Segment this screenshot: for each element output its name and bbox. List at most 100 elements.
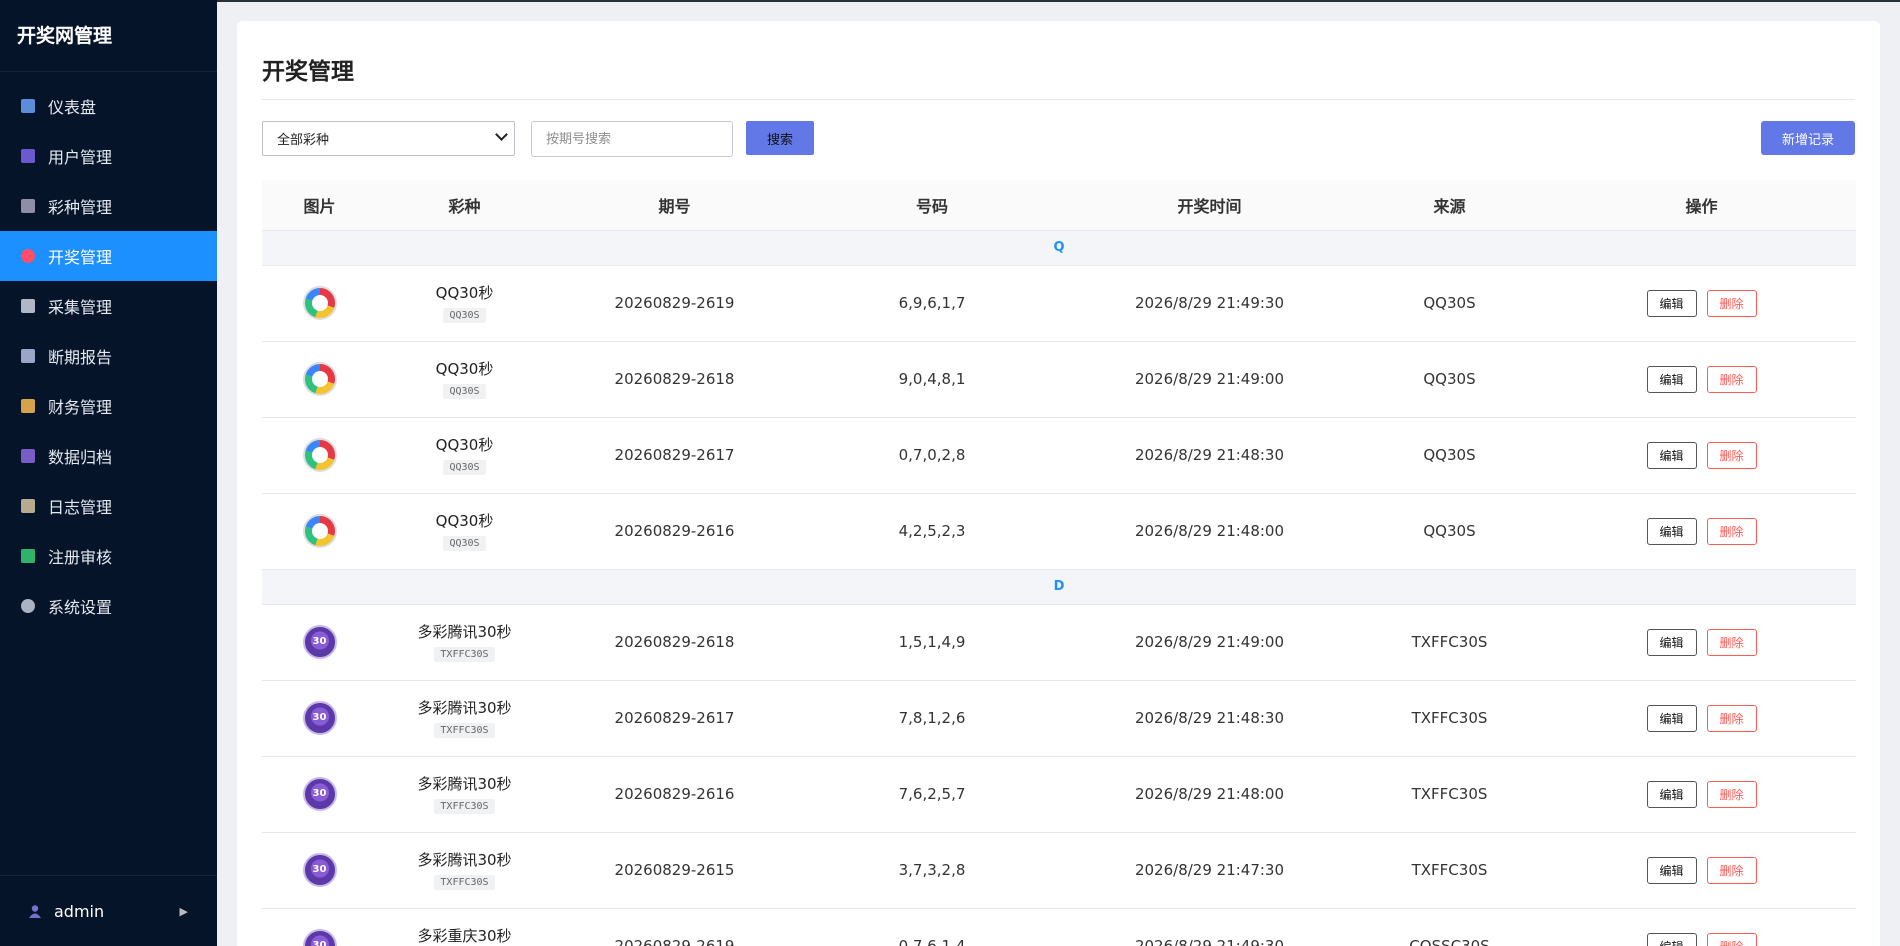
cell-period: 20260829-2619 bbox=[552, 908, 797, 946]
user-menu[interactable]: admin ▶ bbox=[0, 875, 217, 946]
lottery-code-badge: TXFFC30S bbox=[434, 799, 495, 814]
sidebar-item-0[interactable]: 仪表盘 bbox=[0, 81, 217, 131]
cell-period: 20260829-2617 bbox=[614, 446, 735, 464]
delete-button[interactable]: 删除 bbox=[1706, 628, 1757, 656]
table-row: 多彩腾讯30秒 TXFFC30S 20260829-2616 7,6,2,5,7 202… bbox=[262, 756, 1856, 832]
sidebar-item-7[interactable]: 数据归档 bbox=[0, 431, 217, 481]
edit-button[interactable]: 编辑 bbox=[1646, 628, 1697, 656]
cell-numbers: 1,5,1,4,9 bbox=[898, 633, 966, 651]
cell-lottery: 多彩腾讯30秒 TXFFC30S bbox=[377, 832, 552, 908]
main-panel: 开奖管理 全部彩种 搜索 新增记录 图片 彩种 期号 号码 开奖时间 来源 操作… bbox=[237, 21, 1880, 946]
cell-source: QQ30S bbox=[1423, 522, 1476, 540]
table-row: 多彩腾讯30秒 TXFFC30S 20260829-2617 7,8,1,2,6 202… bbox=[262, 680, 1856, 756]
lottery-code-badge: QQ30S bbox=[443, 536, 486, 551]
cell-actions: 编辑删除 bbox=[1547, 265, 1856, 341]
lottery-logo-icon bbox=[302, 777, 337, 811]
sidebar-item-1[interactable]: 用户管理 bbox=[0, 131, 217, 181]
cell-lottery: 多彩腾讯30秒 TXFFC30S bbox=[377, 680, 552, 756]
lottery-logo-icon bbox=[302, 362, 337, 396]
cell-source: TXFFC30S bbox=[1411, 861, 1488, 879]
edit-button[interactable]: 编辑 bbox=[1646, 517, 1697, 545]
cell-source: CQSSC30S bbox=[1352, 908, 1547, 946]
cell-draw-time: 2026/8/29 21:48:00 bbox=[1134, 785, 1285, 803]
cell-period: 20260829-2618 bbox=[614, 370, 735, 388]
cell-source: QQ30S bbox=[1423, 446, 1476, 464]
lottery-icon bbox=[20, 198, 36, 214]
cell-draw-time: 2026/8/29 21:49:30 bbox=[1067, 908, 1352, 946]
column-header-draw-time: 开奖时间 bbox=[1177, 196, 1242, 216]
group-letter: D bbox=[1053, 579, 1065, 594]
lottery-code-badge: QQ30S bbox=[443, 384, 486, 399]
period-search-input[interactable] bbox=[531, 121, 733, 157]
lottery-code-badge: QQ30S bbox=[443, 308, 486, 323]
chevron-down-icon bbox=[495, 128, 508, 141]
edit-button[interactable]: 编辑 bbox=[1646, 704, 1697, 732]
cell-actions: 编辑删除 bbox=[1547, 493, 1856, 569]
sidebar-item-6[interactable]: 财务管理 bbox=[0, 381, 217, 431]
column-header-actions: 操作 bbox=[1685, 196, 1718, 216]
check-icon bbox=[20, 548, 36, 564]
cell-lottery: 多彩腾讯30秒 TXFFC30S bbox=[377, 604, 552, 680]
edit-button[interactable]: 编辑 bbox=[1646, 441, 1697, 469]
cell-image bbox=[262, 832, 377, 908]
delete-button[interactable]: 删除 bbox=[1706, 932, 1757, 946]
sidebar-item-9[interactable]: 注册审核 bbox=[0, 531, 217, 581]
draw-results-table: 图片 彩种 期号 号码 开奖时间 来源 操作 Q QQ30秒 QQ30S 202608… bbox=[262, 180, 1856, 946]
table-header-row: 图片 彩种 期号 号码 开奖时间 来源 操作 bbox=[262, 180, 1856, 230]
cell-draw-time: 2026/8/29 21:48:30 bbox=[1134, 709, 1285, 727]
cell-numbers: 0,7,0,2,8 bbox=[898, 446, 966, 464]
delete-button[interactable]: 删除 bbox=[1706, 365, 1757, 393]
edit-button[interactable]: 编辑 bbox=[1646, 365, 1697, 393]
cell-numbers: 7,6,2,5,7 bbox=[898, 785, 966, 803]
edit-button[interactable]: 编辑 bbox=[1646, 856, 1697, 884]
cell-source: QQ30S bbox=[1423, 370, 1476, 388]
search-button[interactable]: 搜索 bbox=[746, 121, 814, 155]
lottery-name: QQ30秒 bbox=[435, 512, 494, 530]
delete-button[interactable]: 删除 bbox=[1706, 856, 1757, 884]
edit-button[interactable]: 编辑 bbox=[1646, 289, 1697, 317]
cell-period: 20260829-2616 bbox=[614, 785, 735, 803]
table-row: 多彩腾讯30秒 TXFFC30S 20260829-2618 1,5,1,4,9 202… bbox=[262, 604, 1856, 680]
target-icon bbox=[20, 248, 36, 264]
add-record-button[interactable]: 新增记录 bbox=[1761, 121, 1855, 155]
sidebar-item-label: 采集管理 bbox=[48, 298, 113, 317]
delete-button[interactable]: 删除 bbox=[1706, 704, 1757, 732]
edit-button[interactable]: 编辑 bbox=[1646, 780, 1697, 808]
sidebar-item-3[interactable]: 开奖管理 bbox=[0, 231, 217, 281]
cell-source: TXFFC30S bbox=[1411, 633, 1488, 651]
cell-numbers: 0,7,6,1,4 bbox=[797, 908, 1067, 946]
caret-right-icon: ▶ bbox=[179, 904, 188, 918]
sidebar-item-10[interactable]: 系统设置 bbox=[0, 581, 217, 631]
delete-button[interactable]: 删除 bbox=[1706, 517, 1757, 545]
cell-lottery: QQ30秒 QQ30S bbox=[377, 417, 552, 493]
cell-actions: 编辑删除 bbox=[1547, 341, 1856, 417]
sidebar-item-label: 财务管理 bbox=[48, 398, 113, 417]
cell-draw-time: 2026/8/29 21:49:00 bbox=[1134, 370, 1285, 388]
sidebar-item-label: 数据归档 bbox=[48, 448, 113, 467]
lottery-logo-icon bbox=[302, 286, 337, 320]
sidebar-item-8[interactable]: 日志管理 bbox=[0, 481, 217, 531]
lottery-name: 多彩重庆30秒 bbox=[417, 927, 512, 946]
row-actions: 编辑删除 bbox=[1547, 517, 1856, 545]
lottery-logo-icon bbox=[302, 929, 337, 946]
delete-button[interactable]: 删除 bbox=[1706, 289, 1757, 317]
edit-button[interactable]: 编辑 bbox=[1646, 932, 1697, 946]
delete-button[interactable]: 删除 bbox=[1706, 441, 1757, 469]
sidebar-item-5[interactable]: 断期报告 bbox=[0, 331, 217, 381]
cell-lottery: 多彩腾讯30秒 TXFFC30S bbox=[377, 756, 552, 832]
sidebar-item-4[interactable]: 采集管理 bbox=[0, 281, 217, 331]
cell-draw-time: 2026/8/29 21:47:30 bbox=[1134, 861, 1285, 879]
cell-actions: 编辑删除 bbox=[1547, 417, 1856, 493]
cell-lottery: 多彩重庆30秒CQSSC30S bbox=[377, 908, 552, 946]
lottery-type-select[interactable]: 全部彩种 bbox=[262, 121, 515, 156]
lottery-name: QQ30秒 bbox=[435, 284, 494, 302]
row-actions: 编辑删除 bbox=[1547, 856, 1856, 884]
delete-button[interactable]: 删除 bbox=[1706, 780, 1757, 808]
cell-lottery: QQ30秒 QQ30S bbox=[377, 341, 552, 417]
row-actions: 编辑删除 bbox=[1547, 704, 1856, 732]
user-name: admin bbox=[54, 901, 105, 921]
cell-draw-time: 2026/8/29 21:48:30 bbox=[1134, 446, 1285, 464]
group-letter: Q bbox=[1053, 240, 1065, 255]
cell-image bbox=[262, 493, 377, 569]
sidebar-item-2[interactable]: 彩种管理 bbox=[0, 181, 217, 231]
